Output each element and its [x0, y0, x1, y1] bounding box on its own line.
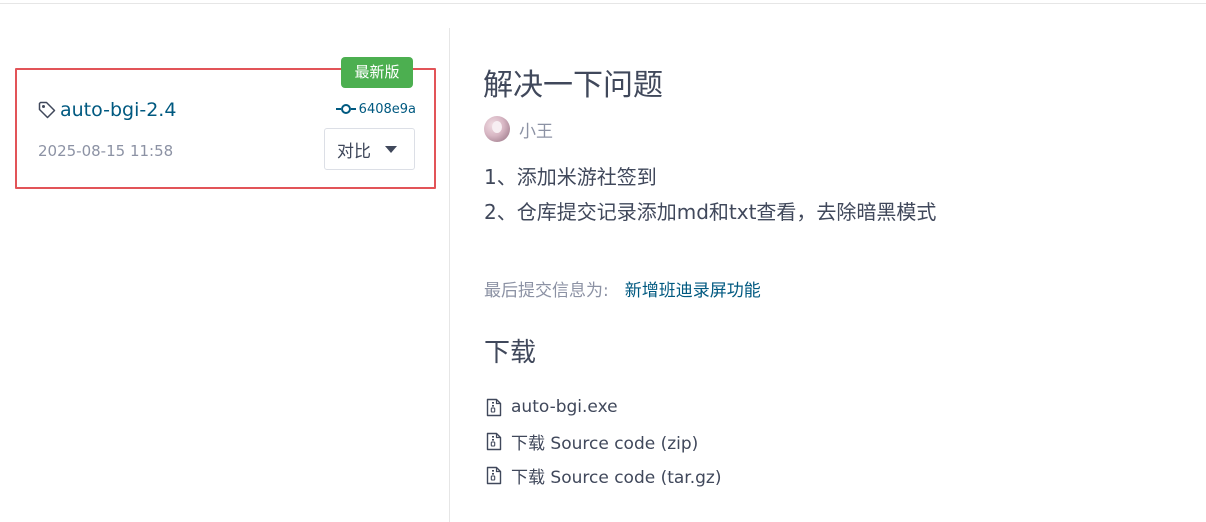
- commit-hash-link[interactable]: 6408e9a: [359, 102, 416, 117]
- release-note-line: 2、仓库提交记录添加md和txt查看，去除暗黑模式: [484, 200, 937, 224]
- release-author[interactable]: 小王: [484, 116, 553, 142]
- latest-badge: 最新版: [341, 57, 413, 88]
- author-name[interactable]: 小王: [519, 117, 553, 142]
- download-link[interactable]: auto-bgi.exe: [511, 397, 618, 417]
- last-commit-message: 最后提交信息为: 新增班迪录屏功能: [484, 276, 761, 301]
- top-border: [0, 3, 1206, 4]
- caret-down-icon: [385, 145, 397, 153]
- release-note-line: 1、添加米游社签到: [484, 165, 657, 189]
- avatar[interactable]: [484, 116, 510, 142]
- release-notes: 1、添加米游社签到 2、仓库提交记录添加md和txt查看，去除暗黑模式: [484, 160, 936, 230]
- release-tag[interactable]: auto-bgi-2.4: [37, 96, 176, 124]
- download-item[interactable]: 下载 Source code (tar.gz): [486, 458, 722, 492]
- tag-icon: [38, 101, 56, 119]
- download-link[interactable]: 下载 Source code (zip): [511, 429, 698, 454]
- compare-dropdown-button[interactable]: 对比: [324, 128, 415, 170]
- file-zip-icon: [486, 466, 502, 484]
- release-date: 2025-08-15 11:58: [38, 142, 174, 160]
- release-tag-link[interactable]: auto-bgi-2.4: [60, 99, 176, 121]
- release-commit[interactable]: 6408e9a: [335, 99, 416, 119]
- file-zip-icon: [486, 398, 502, 416]
- download-list: auto-bgi.exe 下载 Source code (zip) 下载 Sou…: [486, 390, 722, 492]
- download-item[interactable]: 下载 Source code (zip): [486, 424, 722, 458]
- download-link[interactable]: 下载 Source code (tar.gz): [511, 463, 722, 488]
- download-heading: 下载: [484, 338, 537, 368]
- compare-label: 对比: [337, 141, 371, 162]
- commit-message-label: 最后提交信息为:: [484, 281, 609, 301]
- download-item[interactable]: auto-bgi.exe: [486, 390, 722, 424]
- column-divider: [449, 28, 450, 522]
- file-zip-icon: [486, 432, 502, 450]
- release-title: 解决一下问题: [483, 68, 663, 103]
- commit-icon: [335, 104, 356, 114]
- commit-message-link[interactable]: 新增班迪录屏功能: [625, 276, 761, 301]
